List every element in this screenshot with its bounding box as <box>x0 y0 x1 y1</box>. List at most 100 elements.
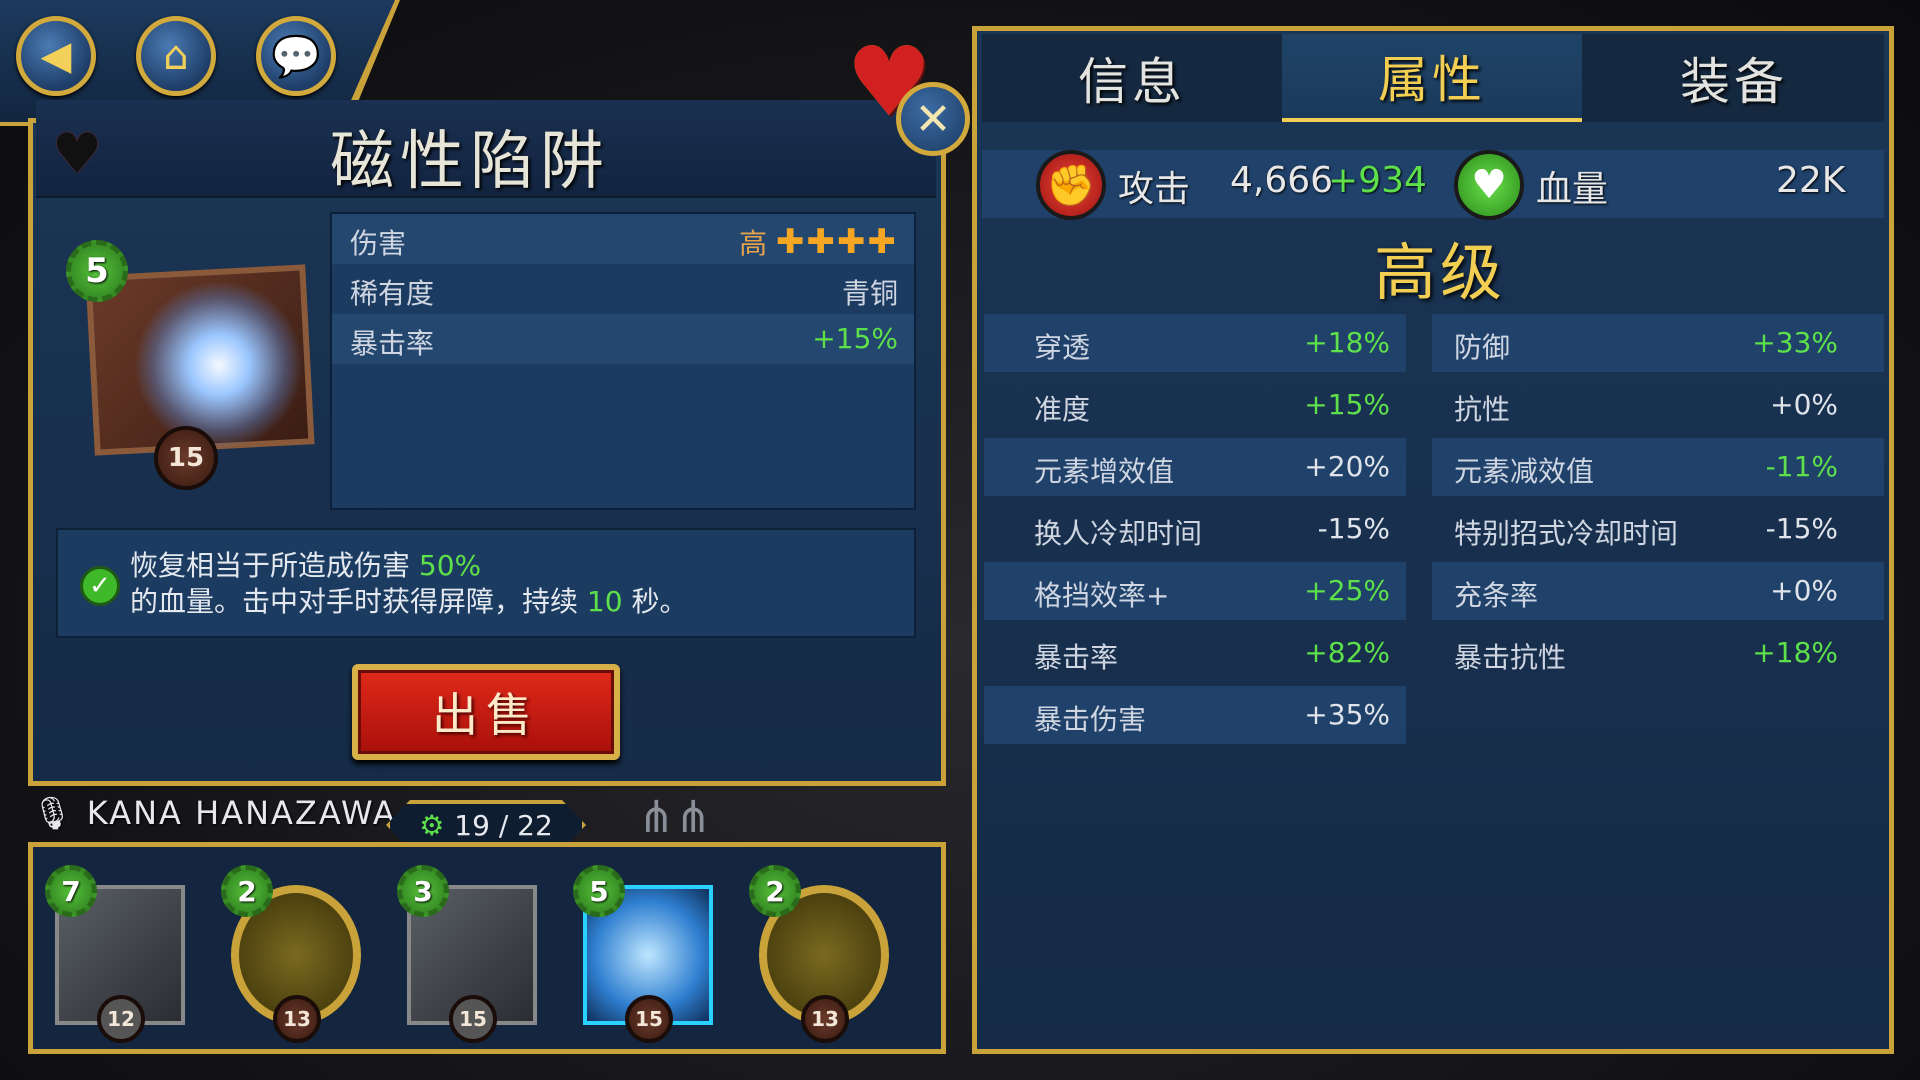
tab-equipment[interactable]: 装备 <box>1584 34 1884 122</box>
fist-icon: ✊ <box>1036 150 1106 220</box>
attr-crit-rate: 暴击率 +82% <box>984 624 1406 682</box>
claw-icon: ⋔⋔ <box>638 792 712 843</box>
attr-defense: 防御 +33% <box>1432 314 1884 372</box>
level-badge: 15 <box>625 995 673 1043</box>
desc-line-1: 恢复相当于所造成伤害 50% <box>130 544 481 584</box>
chat-button[interactable]: 💬 <box>256 16 336 96</box>
damage-pips-icon: ✚✚✚✚ <box>776 222 898 262</box>
stat-value: 青铜 <box>841 277 898 310</box>
gear-level-badge: 5 <box>66 240 128 302</box>
gear-icon: ⚙ <box>419 808 445 842</box>
tab-attributes[interactable]: 属性 <box>1282 34 1582 122</box>
gear-badge: 5 <box>573 865 625 917</box>
attr-value: +82% <box>1304 636 1390 669</box>
health-value: 22K <box>1776 160 1846 201</box>
tab-bar: 信息 属性 装备 <box>982 34 1884 122</box>
ability-description: ✓ 恢复相当于所造成伤害 50% 的血量。击中对手时获得屏障，持续 10 秒。 <box>56 528 916 638</box>
tab-info[interactable]: 信息 <box>982 34 1282 122</box>
attr-label: 元素增效值 <box>1034 455 1175 488</box>
moves-roster: 7 12 2 13 3 15 5 15 2 13 <box>28 842 946 1054</box>
attr-penetration: 穿透 +18% <box>984 314 1406 372</box>
item-title: 磁性陷阱 <box>330 125 610 199</box>
desc-highlight: 50% <box>418 549 482 582</box>
magnet-lightning-icon <box>134 280 304 450</box>
attr-label: 穿透 <box>1034 331 1091 364</box>
roster-card[interactable]: 2 13 <box>221 865 371 1043</box>
attr-value: +35% <box>1304 698 1390 731</box>
gear-badge: 2 <box>749 865 801 917</box>
attr-meter-gain: 充条率 +0% <box>1432 562 1884 620</box>
attr-label: 暴击抗性 <box>1454 641 1567 674</box>
desc-highlight: 10 <box>586 585 623 618</box>
roster-card[interactable]: 3 15 <box>397 865 547 1043</box>
attr-label: 防御 <box>1454 331 1511 364</box>
home-icon: ⌂ <box>163 33 189 79</box>
attr-value: -15% <box>1765 512 1838 545</box>
back-button[interactable]: ◀ <box>16 16 96 96</box>
close-button[interactable]: ✕ <box>896 82 970 156</box>
stat-value: +15% <box>812 322 898 355</box>
chat-bubble-icon: 💬 <box>271 33 321 80</box>
attr-value: +0% <box>1770 388 1838 421</box>
counter-text: 19 / 22 <box>454 808 553 842</box>
gear-badge: 3 <box>397 865 449 917</box>
attr-accuracy: 准度 +15% <box>984 376 1406 434</box>
close-icon: ✕ <box>914 93 952 145</box>
attr-value: +18% <box>1304 326 1390 359</box>
roster-card[interactable]: 7 12 <box>45 865 195 1043</box>
level-badge: 13 <box>801 995 849 1043</box>
attr-value: +15% <box>1304 388 1390 421</box>
desc-text: 秒。 <box>631 585 688 618</box>
item-card-image: 5 15 <box>66 240 330 490</box>
level-badge: 13 <box>273 995 321 1043</box>
back-arrow-icon: ◀ <box>40 33 72 79</box>
attr-label: 换人冷却时间 <box>1034 517 1203 550</box>
attr-value: +33% <box>1752 326 1838 359</box>
attr-label: 暴击率 <box>1034 641 1119 674</box>
attr-label: 抗性 <box>1454 393 1511 426</box>
attr-label: 元素减效值 <box>1454 455 1595 488</box>
attr-value: +25% <box>1304 574 1390 607</box>
attr-elemental-reduction: 元素减效值 -11% <box>1432 438 1884 496</box>
favorite-heart-icon[interactable]: ♥ <box>52 122 102 187</box>
attr-value: +0% <box>1770 574 1838 607</box>
attack-value: 4,666 <box>1230 160 1334 201</box>
stat-label: 稀有度 <box>350 277 435 310</box>
desc-text: 恢复相当于所造成伤害 <box>130 549 411 582</box>
attr-label: 格挡效率+ <box>1034 579 1170 612</box>
attr-label: 暴击伤害 <box>1034 703 1147 736</box>
attr-resistance: 抗性 +0% <box>1432 376 1884 434</box>
item-level-badge: 15 <box>154 426 218 490</box>
attr-value: -11% <box>1765 450 1838 483</box>
voice-actor: 🎙 KANA HANAZAWA <box>32 794 397 832</box>
attr-crit-resistance: 暴击抗性 +18% <box>1432 624 1884 682</box>
stat-row-damage: 伤害 高 ✚✚✚✚ <box>332 214 914 264</box>
attr-label: 特别招式冷却时间 <box>1454 517 1679 550</box>
health-heart-icon: ♥ <box>1454 150 1524 220</box>
item-stats-table: 伤害 高 ✚✚✚✚ 稀有度 青铜 暴击率 +15% <box>330 212 916 510</box>
roster-card[interactable]: 2 13 <box>749 865 899 1043</box>
attack-label: 攻击 <box>1118 169 1191 210</box>
level-badge: 15 <box>449 995 497 1043</box>
health-label: 血量 <box>1536 169 1609 210</box>
voice-actor-name: KANA HANAZAWA <box>86 794 397 832</box>
gear-badge: 7 <box>45 865 97 917</box>
attr-elemental-boost: 元素增效值 +20% <box>984 438 1406 496</box>
roster-card-selected[interactable]: 5 15 <box>573 865 723 1043</box>
stat-row-crit: 暴击率 +15% <box>332 314 914 364</box>
level-badge: 12 <box>97 995 145 1043</box>
attr-label: 准度 <box>1034 393 1091 426</box>
stat-row-rarity: 稀有度 青铜 <box>332 264 914 314</box>
sell-button[interactable]: 出售 <box>352 664 620 760</box>
attr-value: -15% <box>1317 512 1390 545</box>
stat-label: 暴击率 <box>350 327 435 360</box>
attr-swap-cooldown: 换人冷却时间 -15% <box>984 500 1406 558</box>
home-button[interactable]: ⌂ <box>136 16 216 96</box>
attr-value: +18% <box>1752 636 1838 669</box>
attr-special-cooldown: 特别招式冷却时间 -15% <box>1432 500 1884 558</box>
attr-label: 充条率 <box>1454 579 1539 612</box>
damage-tier: 高 <box>739 227 768 260</box>
attr-block-efficiency: 格挡效率+ +25% <box>984 562 1406 620</box>
attack-bonus: +934 <box>1328 160 1427 201</box>
gear-badge: 2 <box>221 865 273 917</box>
